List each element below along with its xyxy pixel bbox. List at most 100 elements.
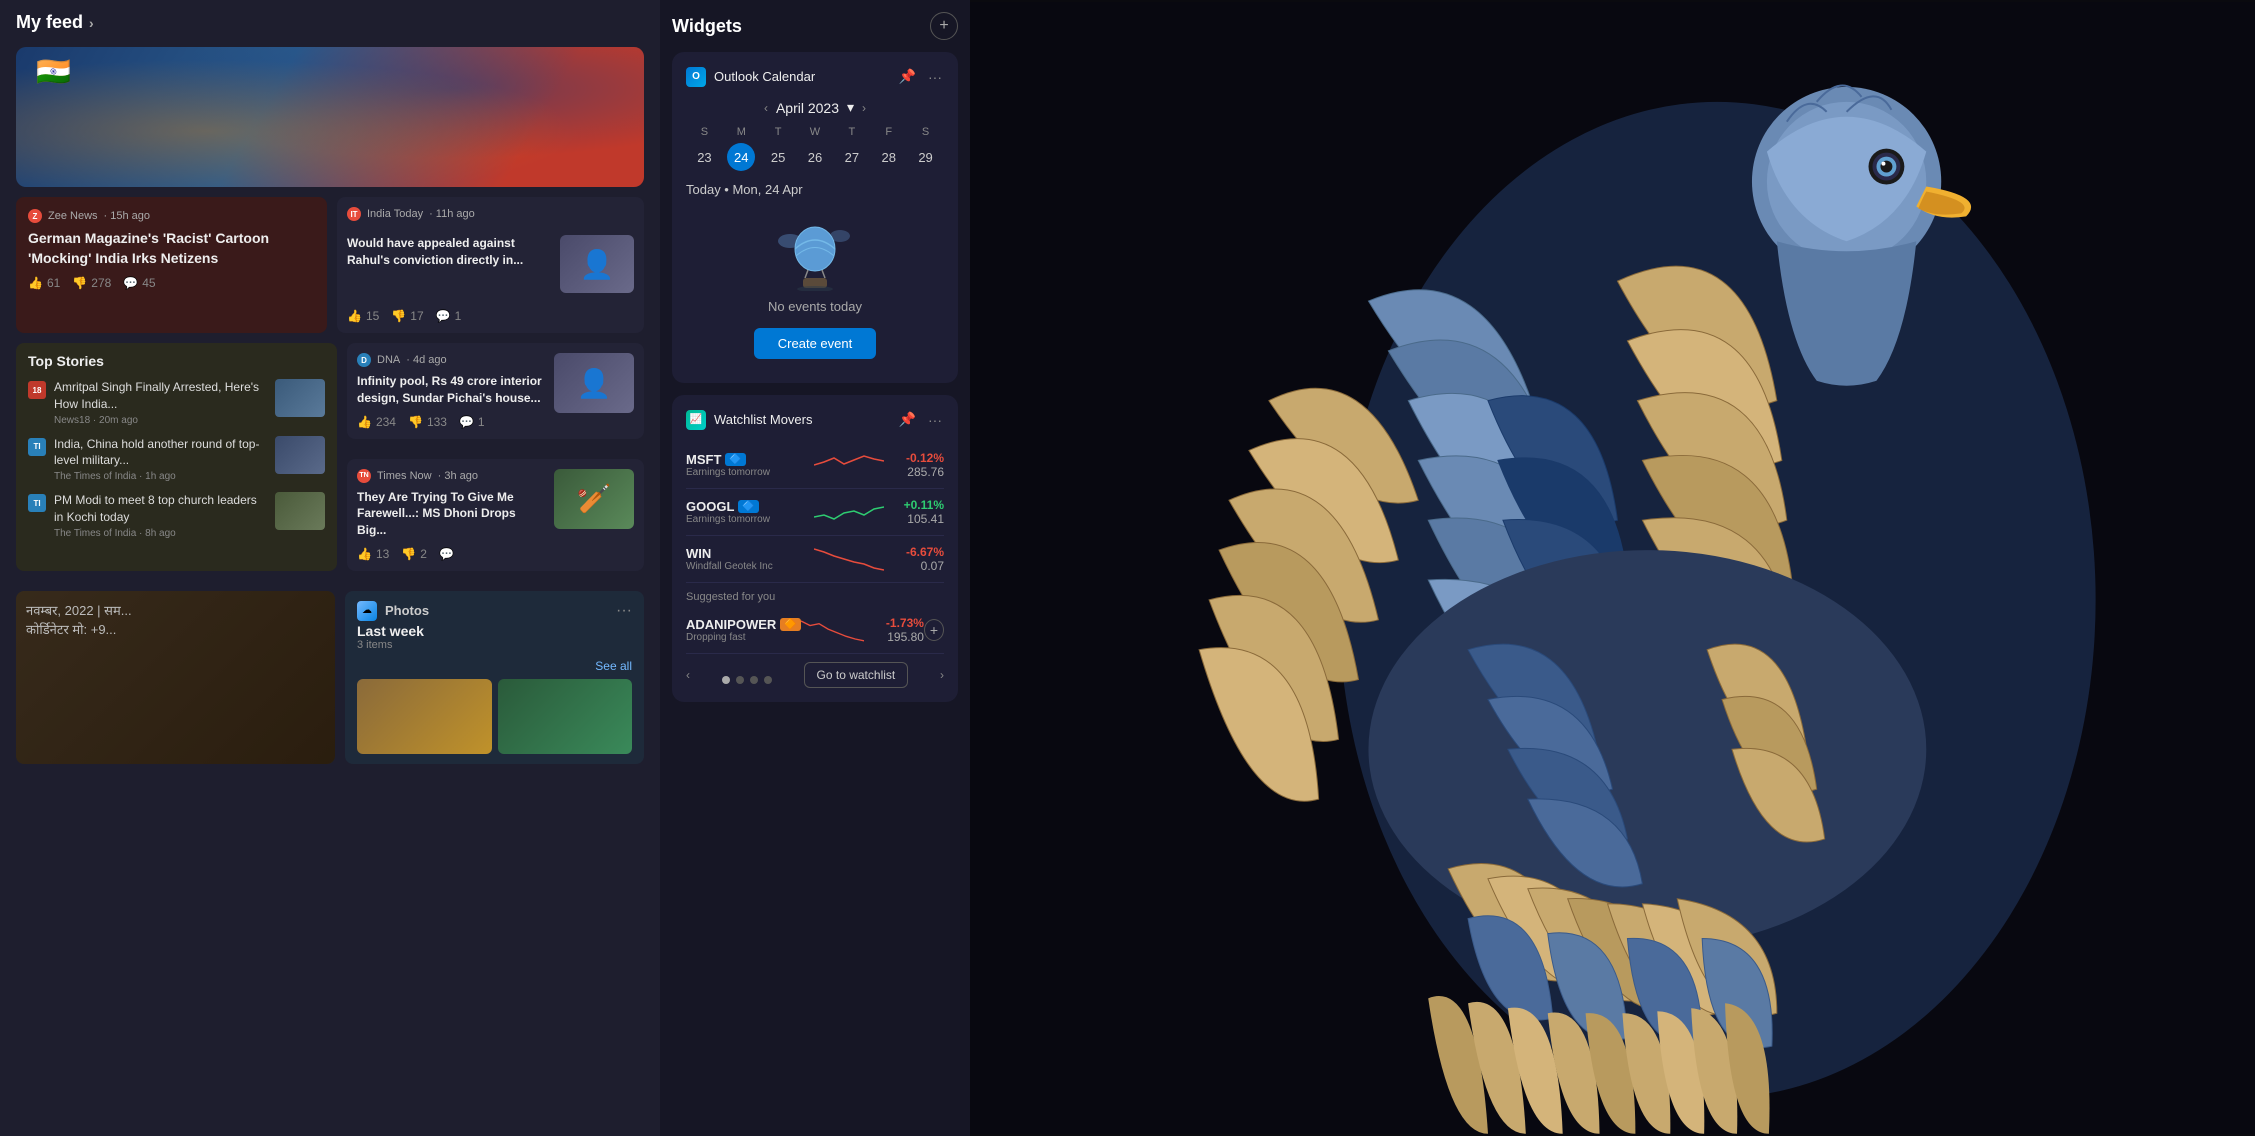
- india-today-title: Would have appealed against Rahul's conv…: [347, 235, 552, 269]
- story3-text: PM Modi to meet 8 top church leaders in …: [54, 492, 267, 539]
- widgets-section: Widgets + O Outlook Calendar 📌 ··· ‹ Apr…: [660, 0, 970, 1136]
- nav-dot-2[interactable]: [736, 676, 744, 684]
- zee-likes[interactable]: 👍 61: [28, 276, 60, 290]
- watchlist-widget: 📈 Watchlist Movers 📌 ··· MSFT 🔷 Earnings…: [672, 395, 958, 702]
- story3-meta: The Times of India · 8h ago: [54, 528, 267, 539]
- watchlist-next-arrow[interactable]: ›: [940, 668, 944, 682]
- nav-dot-1[interactable]: [722, 676, 730, 684]
- create-event-button[interactable]: Create event: [754, 328, 876, 359]
- india-today-source: IT India Today · 11h ago: [347, 207, 634, 221]
- news-row-1: Z Zee News · 15h ago German Magazine's '…: [16, 197, 644, 333]
- calendar-pin-btn[interactable]: 📌: [897, 66, 918, 87]
- india-today-content: Would have appealed against Rahul's conv…: [347, 235, 634, 293]
- watchlist-prev-arrow[interactable]: ‹: [686, 668, 690, 682]
- watchlist-more-btn[interactable]: ···: [926, 409, 944, 430]
- tn-likes[interactable]: 👍 13: [357, 547, 389, 561]
- india-today-reactions: 👍 15 👎 17 💬 1: [347, 309, 634, 323]
- eagle-svg: [970, 0, 2255, 1136]
- it-dislikes[interactable]: 👎 17: [391, 309, 423, 323]
- india-today-time: · 11h ago: [429, 208, 475, 220]
- go-to-watchlist-button[interactable]: Go to watchlist: [804, 662, 909, 688]
- story1-title: Amritpal Singh Finally Arrested, Here's …: [54, 379, 267, 413]
- stock-item-googl[interactable]: GOOGL 🔷 Earnings tomorrow +0.11% 105.41: [686, 489, 944, 536]
- nav-dot-4[interactable]: [764, 676, 772, 684]
- bottom-news-text: नवम्बर, 2022 | सम...कोर्डिनेटर मो: +9...: [26, 601, 325, 640]
- cal-day-23[interactable]: 23: [690, 143, 718, 171]
- watchlist-pin-btn[interactable]: 📌: [897, 409, 918, 430]
- feed-chevron-icon: ›: [89, 15, 94, 31]
- cal-day-25[interactable]: 25: [764, 143, 792, 171]
- photos-menu-btn[interactable]: ···: [616, 602, 632, 620]
- it-comments[interactable]: 💬 1: [436, 309, 462, 323]
- stock-item-msft[interactable]: MSFT 🔷 Earnings tomorrow -0.12% 285.76: [686, 442, 944, 489]
- dna-thumb: 👤: [554, 353, 634, 413]
- adani-add-btn[interactable]: +: [924, 619, 944, 641]
- india-today-name: India Today: [367, 208, 423, 220]
- nav-dot-3[interactable]: [750, 676, 758, 684]
- india-today-icon: IT: [347, 207, 361, 221]
- story-item-1[interactable]: 18 Amritpal Singh Finally Arrested, Here…: [28, 379, 325, 426]
- dna-reactions: 👍 234 👎 133 💬 1: [357, 415, 544, 429]
- cal-day-26[interactable]: 26: [801, 143, 829, 171]
- stock-item-win[interactable]: WIN Windfall Geotek Inc -6.67% 0.07: [686, 536, 944, 583]
- cal-day-24-today[interactable]: 24: [727, 143, 755, 171]
- dna-likes[interactable]: 👍 234: [357, 415, 396, 429]
- timesnow-article-card[interactable]: TN Times Now · 3h ago They Are Trying To…: [347, 459, 644, 571]
- dna-article-card[interactable]: D DNA · 4d ago Infinity pool, Rs 49 cror…: [347, 343, 644, 439]
- photo-thumb-2[interactable]: [498, 679, 633, 754]
- photo-thumb-1[interactable]: [357, 679, 492, 754]
- tn-comments[interactable]: 💬: [439, 547, 454, 561]
- zee-comments[interactable]: 💬 45: [123, 276, 155, 290]
- photo-grid: [357, 679, 632, 754]
- win-name: WIN: [686, 546, 814, 561]
- timesnow-icon: TN: [357, 469, 371, 483]
- see-all-link[interactable]: See all: [595, 659, 632, 673]
- featured-image-card[interactable]: 🇮🇳: [16, 47, 644, 187]
- cal-day-28[interactable]: 28: [875, 143, 903, 171]
- calendar-prev-btn[interactable]: ‹: [764, 101, 768, 115]
- news-card-zee-news[interactable]: Z Zee News · 15h ago German Magazine's '…: [16, 197, 327, 333]
- calendar-actions: 📌 ···: [897, 66, 944, 87]
- calendar-more-btn[interactable]: ···: [926, 66, 944, 87]
- tn-dislikes[interactable]: 👎 2: [401, 547, 427, 561]
- news-card-india-today[interactable]: IT India Today · 11h ago Would have appe…: [337, 197, 644, 333]
- win-price: 0.07: [884, 559, 944, 573]
- photos-label: Photos: [385, 603, 429, 618]
- googl-change: +0.11%: [884, 498, 944, 512]
- widgets-add-button[interactable]: +: [930, 12, 958, 40]
- win-sub: Windfall Geotek Inc: [686, 561, 814, 572]
- story2-text: India, China hold another round of top-l…: [54, 436, 267, 483]
- timesnow-time: · 3h ago: [438, 470, 478, 482]
- stock-item-adani[interactable]: ADANIPOWER 🔶 Dropping fast -1.73% 195.80…: [686, 607, 944, 654]
- cal-day-29[interactable]: 29: [912, 143, 940, 171]
- story3-thumb: [275, 492, 325, 530]
- bottom-news-card[interactable]: नवम्बर, 2022 | सम...कोर्डिनेटर मो: +9...: [16, 591, 335, 764]
- last-week-section: ☁ Photos ··· Last week 3 items See all: [345, 591, 644, 764]
- googl-name: GOOGL 🔷: [686, 499, 814, 514]
- dna-source: D DNA · 4d ago: [357, 353, 544, 367]
- msft-price-col: -0.12% 285.76: [884, 451, 944, 479]
- calendar-next-btn[interactable]: ›: [862, 101, 866, 115]
- story-item-2[interactable]: TI India, China hold another round of to…: [28, 436, 325, 483]
- zee-reactions: 👍 61 👎 278 💬 45: [28, 276, 315, 290]
- feed-section: My feed › 🇮🇳 Z Zee News · 15h ago German…: [0, 0, 660, 1136]
- dna-comments[interactable]: 💬 1: [459, 415, 485, 429]
- it-likes[interactable]: 👍 15: [347, 309, 379, 323]
- eagle-illustration: [970, 0, 2255, 1136]
- timesnow-name: Times Now: [377, 470, 432, 482]
- timesnow-title: They Are Trying To Give Me Farewell...: …: [357, 489, 544, 539]
- dna-dislikes[interactable]: 👎 133: [408, 415, 447, 429]
- timesnow-content: TN Times Now · 3h ago They Are Trying To…: [357, 469, 544, 561]
- photos-icon: ☁: [357, 601, 377, 621]
- cal-day-27[interactable]: 27: [838, 143, 866, 171]
- calendar-month-dropdown-icon[interactable]: ▾: [847, 99, 854, 116]
- feed-header[interactable]: My feed ›: [16, 12, 644, 33]
- suggested-label: Suggested for you: [686, 591, 944, 603]
- msft-price: 285.76: [884, 465, 944, 479]
- dna-name: DNA: [377, 354, 400, 366]
- story-item-3[interactable]: TI PM Modi to meet 8 top church leaders …: [28, 492, 325, 539]
- story3-title: PM Modi to meet 8 top church leaders in …: [54, 492, 267, 526]
- googl-badge: 🔷: [738, 500, 758, 513]
- bottom-row: नवम्बर, 2022 | सम...कोर्डिनेटर मो: +9...…: [16, 591, 644, 764]
- zee-dislikes[interactable]: 👎 278: [72, 276, 111, 290]
